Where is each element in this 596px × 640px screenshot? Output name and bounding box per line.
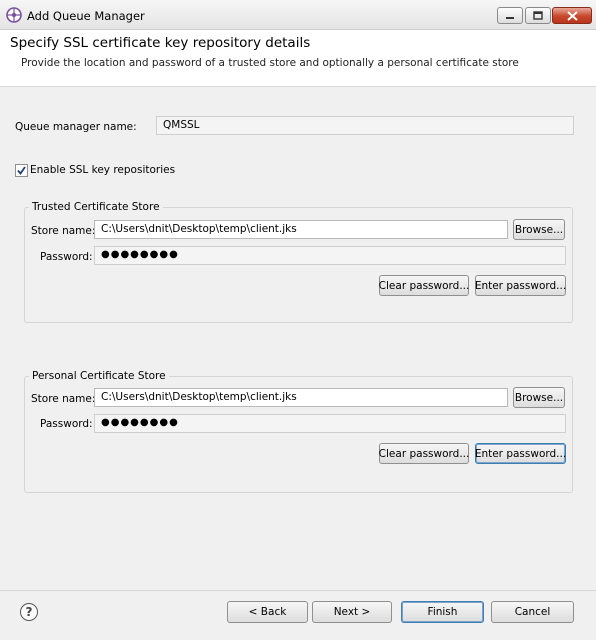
trusted-password-field: ●●●●●●●● <box>94 246 566 265</box>
footer-divider <box>0 590 596 591</box>
back-button[interactable]: < Back <box>227 601 308 623</box>
personal-password-field: ●●●●●●●● <box>94 414 566 433</box>
title-bar: Add Queue Manager <box>0 0 596 30</box>
personal-enter-password-button[interactable]: Enter password... <box>475 443 566 464</box>
close-button[interactable] <box>552 7 592 24</box>
enable-ssl-label: Enable SSL key repositories <box>30 164 176 176</box>
trusted-store-name-input[interactable]: C:\Users\dnit\Desktop\temp\client.jks <box>94 220 508 239</box>
personal-clear-password-button[interactable]: Clear password... <box>379 443 469 464</box>
help-icon[interactable]: ? <box>20 603 38 621</box>
trusted-enter-password-button[interactable]: Enter password... <box>475 275 566 296</box>
queue-manager-app-icon <box>6 7 22 23</box>
personal-password-label: Password: <box>40 418 93 430</box>
trusted-store-name-label: Store name: <box>31 225 96 237</box>
maximize-button[interactable] <box>525 7 551 24</box>
checkmark-icon <box>17 166 26 175</box>
finish-button[interactable]: Finish <box>401 601 484 623</box>
cancel-button[interactable]: Cancel <box>491 601 574 623</box>
wizard-header: Specify SSL certificate key repository d… <box>0 30 596 87</box>
page-description: Provide the location and password of a t… <box>21 57 519 69</box>
personal-store-legend: Personal Certificate Store <box>29 370 169 382</box>
window-title: Add Queue Manager <box>27 9 145 23</box>
minimize-icon <box>506 16 514 19</box>
personal-browse-button[interactable]: Browse... <box>513 387 565 408</box>
trusted-password-label: Password: <box>40 251 93 263</box>
minimize-button[interactable] <box>497 7 523 24</box>
enable-ssl-checkbox[interactable] <box>15 164 28 177</box>
maximize-icon <box>533 11 543 20</box>
close-icon <box>566 10 578 21</box>
queue-manager-name-field: QMSSL <box>156 116 574 135</box>
next-button[interactable]: Next > <box>312 601 392 623</box>
trusted-browse-button[interactable]: Browse... <box>513 219 565 240</box>
trusted-clear-password-button[interactable]: Clear password... <box>379 275 469 296</box>
personal-store-name-label: Store name: <box>31 393 96 405</box>
trusted-store-legend: Trusted Certificate Store <box>29 201 163 213</box>
personal-store-name-input[interactable]: C:\Users\dnit\Desktop\temp\client.jks <box>94 388 508 407</box>
page-title: Specify SSL certificate key repository d… <box>10 35 311 51</box>
queue-manager-name-label: Queue manager name: <box>15 121 137 133</box>
